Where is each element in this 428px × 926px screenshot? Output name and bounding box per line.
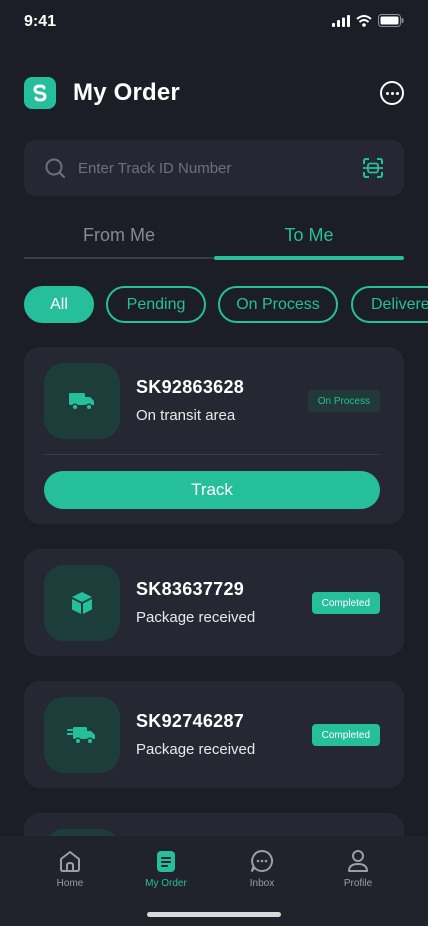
home-icon [60, 851, 80, 872]
truck-icon [69, 393, 94, 411]
box-icon [72, 592, 92, 614]
status-time: 9:41 [24, 13, 57, 30]
order-icon-box [44, 565, 120, 641]
tab-active-indicator [214, 256, 404, 260]
status-icons [332, 14, 404, 27]
scan-icon[interactable] [362, 157, 384, 179]
order-id: SK92863628 [136, 377, 245, 397]
order-status-text: On transit area [136, 407, 236, 424]
order-status-text: Package received [136, 609, 256, 626]
filter-all[interactable]: All [24, 286, 94, 323]
page-title: My Order [73, 79, 180, 106]
nav-profile-label: Profile [343, 878, 373, 889]
order-icon [157, 851, 175, 872]
tab-from-me[interactable]: From Me [24, 215, 214, 255]
order-card[interactable]: SK83637729 Package received Completed [24, 549, 404, 656]
filter-chips: All Pending On Process Delivered [24, 286, 428, 323]
tab-to-me[interactable]: To Me [214, 215, 404, 255]
chat-icon [251, 850, 273, 872]
wifi-icon [356, 14, 372, 27]
signal-icon [332, 14, 350, 27]
nav-my-order-label: My Order [145, 878, 187, 889]
nav-inbox-label: Inbox [249, 878, 275, 889]
filter-delivered[interactable]: Delivered [351, 286, 428, 323]
filter-pending[interactable]: Pending [106, 286, 206, 323]
fast-truck-icon [67, 727, 95, 745]
status-badge: On Process [307, 390, 380, 412]
direction-tabs: From Me To Me [24, 215, 404, 261]
nav-home-label: Home [56, 878, 84, 889]
search-input[interactable] [76, 158, 350, 178]
order-id: SK83637729 [136, 579, 245, 599]
app-logo [24, 77, 56, 109]
order-icon-box [44, 697, 120, 773]
more-options-button[interactable] [380, 81, 404, 105]
nav-profile[interactable]: Profile [318, 848, 398, 889]
filter-on-process[interactable]: On Process [218, 286, 338, 323]
card-divider [44, 454, 380, 455]
order-id: SK92746287 [136, 711, 245, 731]
nav-my-order[interactable]: My Order [126, 848, 206, 889]
order-icon-box [44, 363, 120, 439]
status-bar: 9:41 [0, 0, 428, 44]
search-icon [45, 158, 65, 178]
nav-home[interactable]: Home [30, 848, 110, 889]
home-indicator [147, 912, 281, 917]
battery-icon [378, 14, 404, 27]
app-header: My Order [24, 76, 404, 110]
more-icon [385, 91, 389, 95]
order-status-text: Package received [136, 741, 256, 758]
profile-icon [348, 850, 368, 872]
nav-inbox[interactable]: Inbox [222, 848, 302, 889]
order-card[interactable]: SK92746287 Package received Completed [24, 681, 404, 788]
track-button[interactable]: Track [44, 471, 380, 509]
logo-icon [33, 84, 47, 102]
order-card[interactable]: SK92863628 On transit area On Process Tr… [24, 347, 404, 524]
status-badge: Completed [311, 592, 380, 614]
status-badge: Completed [311, 724, 380, 746]
search-bar [24, 140, 404, 196]
